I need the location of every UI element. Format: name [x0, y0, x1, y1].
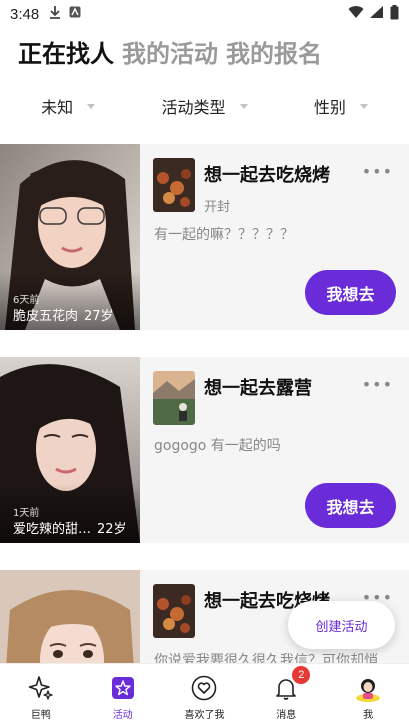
user-photo[interactable]: 1天前 爱吃辣的甜… 22岁	[0, 357, 140, 543]
filter-label: 未知	[41, 98, 74, 117]
activity-thumbnail	[153, 371, 195, 425]
activity-city: 开封	[204, 200, 231, 215]
activity-title: 想一起去露营	[204, 378, 312, 399]
nav-label: 我	[363, 710, 374, 721]
unread-badge: 2	[292, 666, 311, 684]
wifi-icon	[348, 5, 364, 23]
caret-down-icon	[87, 103, 96, 109]
posted-ago: 6天前	[13, 295, 40, 306]
user-info: 爱吃辣的甜… 22岁	[13, 518, 133, 537]
status-time: 3:48	[10, 5, 40, 23]
download-icon	[49, 5, 61, 23]
nav-item-messages[interactable]: 2 消息	[245, 664, 327, 727]
nav-label: 消息	[276, 710, 297, 721]
tab-my-activities[interactable]: 我的活动	[122, 34, 218, 69]
activity-card[interactable]: 1天前 爱吃辣的甜… 22岁 想一起去露营 ••• gogogo 有一起的吗 我…	[0, 357, 409, 543]
caret-down-icon	[239, 103, 248, 109]
want-to-go-button[interactable]: 我想去	[305, 483, 396, 528]
nav-item-me[interactable]: 我	[327, 664, 409, 727]
portrait-image	[0, 570, 140, 663]
user-info: 脆皮五花肉 27岁	[13, 305, 133, 324]
caret-down-icon	[359, 103, 368, 109]
user-age: 27岁	[84, 309, 114, 324]
activity-description: 你说爱我要很久很久我信？可你却悄	[154, 653, 378, 663]
user-age: 22岁	[97, 522, 127, 537]
want-to-go-button[interactable]: 我想去	[305, 270, 396, 315]
activity-thumbnail	[153, 158, 195, 212]
user-nickname: 爱吃辣的甜…	[13, 522, 91, 537]
filter-bar: 未知 活动类型 性别	[0, 92, 409, 120]
create-activity-button[interactable]: 创建活动	[288, 601, 395, 649]
battery-icon	[390, 4, 399, 24]
avatar-icon	[354, 674, 382, 702]
activity-card[interactable]: 6天前 脆皮五花肉 27岁 想一起去吃烧烤 ••• 开封 有一起的嘛？？？？？ …	[0, 144, 409, 330]
heart-icon	[190, 674, 218, 702]
filter-unknown[interactable]: 未知	[0, 92, 136, 120]
bottom-nav: 巨鸭 活动 喜欢了我 2 消息 我	[0, 663, 409, 727]
card-body: 想一起去露营 ••• gogogo 有一起的吗 我想去	[140, 357, 409, 543]
filter-activity-type[interactable]: 活动类型	[136, 92, 272, 120]
activity-description: gogogo 有一起的吗	[154, 438, 281, 454]
status-bar: 3:48	[0, 0, 409, 28]
top-tabs: 正在找人 我的活动 我的报名	[18, 34, 322, 70]
nav-label: 活动	[112, 710, 133, 721]
nav-label: 巨鸭	[30, 710, 51, 721]
app-notification-icon	[69, 6, 81, 22]
tab-my-signups[interactable]: 我的报名	[226, 34, 322, 69]
user-nickname: 脆皮五花肉	[13, 309, 79, 324]
activity-description: 有一起的嘛？？？？？	[154, 227, 294, 243]
activity-thumbnail	[153, 584, 195, 638]
filter-label: 性别	[313, 98, 346, 117]
card-body: 想一起去吃烧烤 ••• 开封 有一起的嘛？？？？？ 我想去	[140, 144, 409, 330]
filter-label: 活动类型	[161, 98, 226, 117]
filter-gender[interactable]: 性别	[273, 92, 409, 120]
nav-label: 喜欢了我	[184, 710, 225, 721]
nav-item-liked-me[interactable]: 喜欢了我	[164, 664, 246, 727]
posted-ago: 1天前	[13, 508, 40, 519]
nav-item-home[interactable]: 巨鸭	[0, 664, 82, 727]
nav-item-activity[interactable]: 活动	[82, 664, 164, 727]
user-photo[interactable]	[0, 570, 140, 663]
tab-finding-people[interactable]: 正在找人	[18, 34, 114, 69]
more-options-icon[interactable]: •••	[362, 375, 393, 394]
signal-icon	[370, 5, 384, 23]
sparkle-icon	[27, 674, 55, 702]
activity-title: 想一起去吃烧烤	[204, 165, 330, 186]
user-photo[interactable]: 6天前 脆皮五花肉 27岁	[0, 144, 140, 330]
activity-star-icon	[109, 674, 137, 702]
more-options-icon[interactable]: •••	[362, 162, 393, 181]
